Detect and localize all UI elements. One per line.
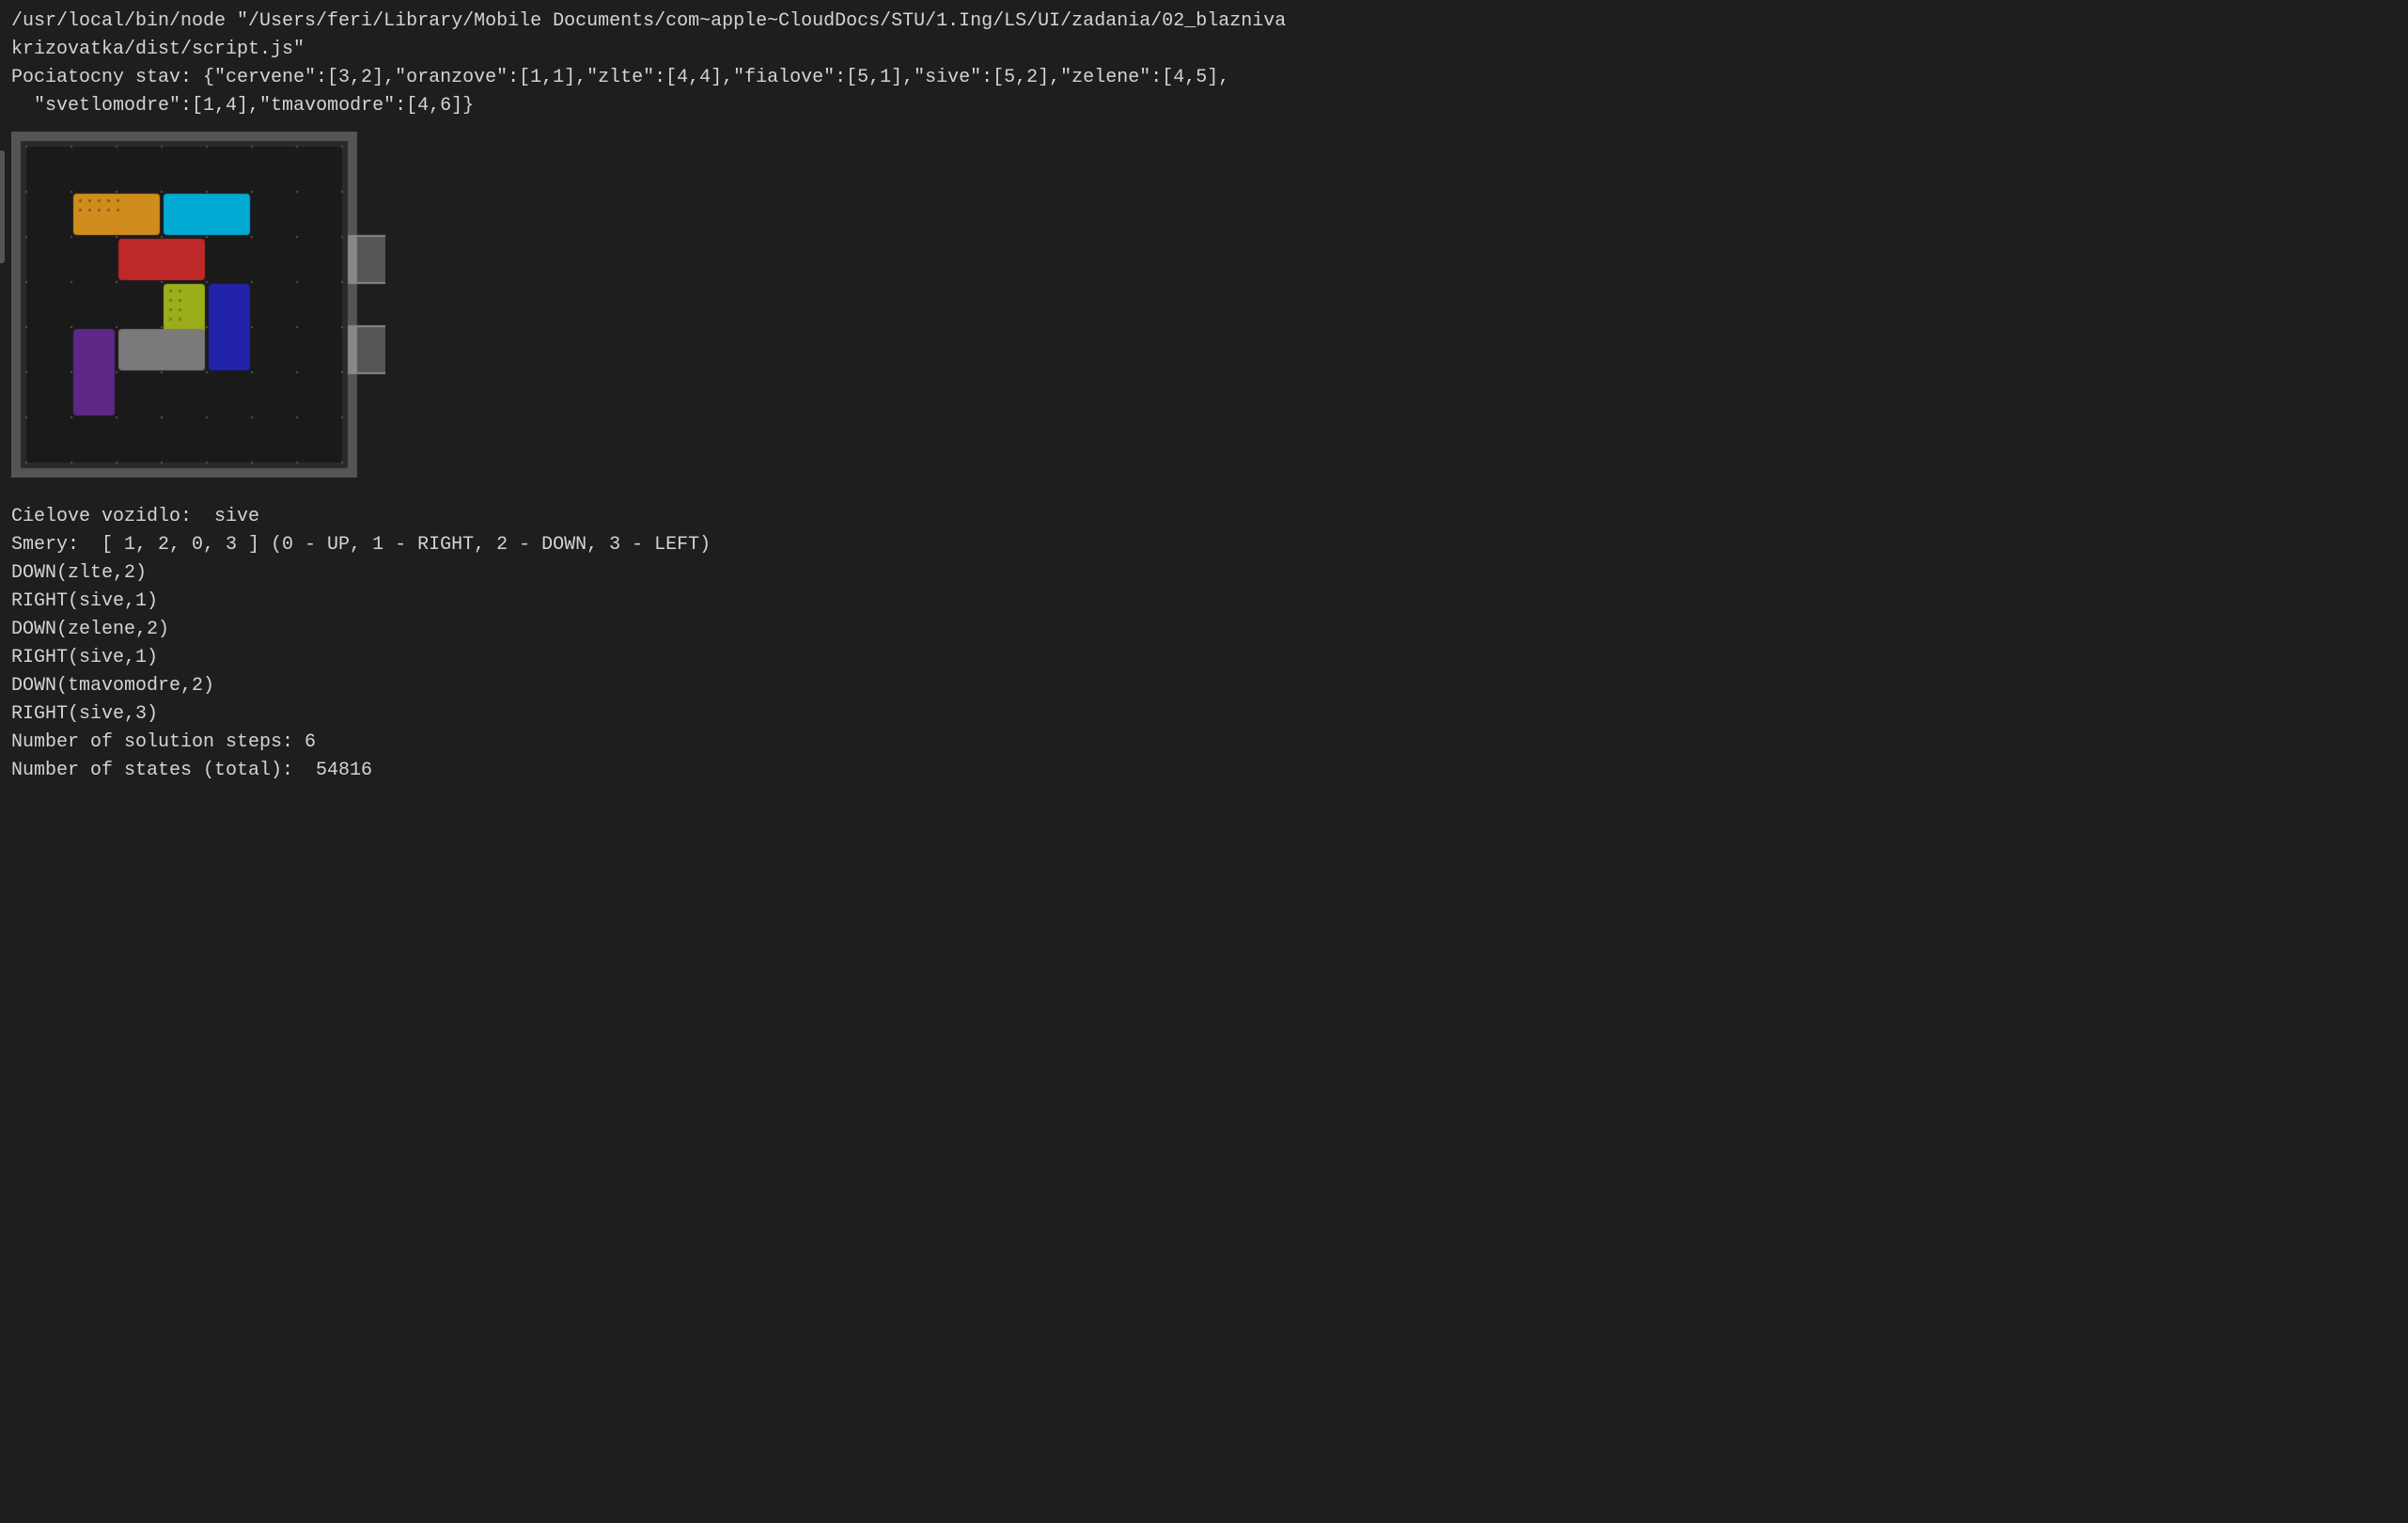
output-block: Cielove vozidlo: sive Smery: [ 1, 2, 0, …	[11, 503, 2397, 785]
step2: RIGHT(sive,1)	[11, 588, 2397, 616]
pociatocny-stav-2: "svetlomodre":[1,4],"tmavomodre":[4,6]}	[11, 92, 2397, 120]
terminal-window: /usr/local/bin/node "/Users/feri/Library…	[11, 8, 2397, 785]
sidebar-indicator	[0, 150, 5, 263]
step1: DOWN(zlte,2)	[11, 559, 2397, 588]
pociatocny-stav-1: Pociatocny stav: {"cervene":[3,2],"oranz…	[11, 64, 2397, 92]
cielove-vozidlo: Cielove vozidlo: sive	[11, 503, 2397, 531]
grid-canvas	[11, 132, 385, 478]
num-states: Number of states (total): 54816	[11, 757, 2397, 785]
step3: DOWN(zelene,2)	[11, 616, 2397, 644]
command-line-1: /usr/local/bin/node "/Users/feri/Library…	[11, 8, 2397, 36]
grid-container	[11, 132, 385, 478]
step6: RIGHT(sive,3)	[11, 700, 2397, 729]
command-line-2: krizovatka/dist/script.js"	[11, 36, 2397, 64]
step5: DOWN(tmavomodre,2)	[11, 672, 2397, 700]
smery: Smery: [ 1, 2, 0, 3 ] (0 - UP, 1 - RIGHT…	[11, 531, 2397, 559]
step4: RIGHT(sive,1)	[11, 644, 2397, 672]
num-solution-steps: Number of solution steps: 6	[11, 729, 2397, 757]
